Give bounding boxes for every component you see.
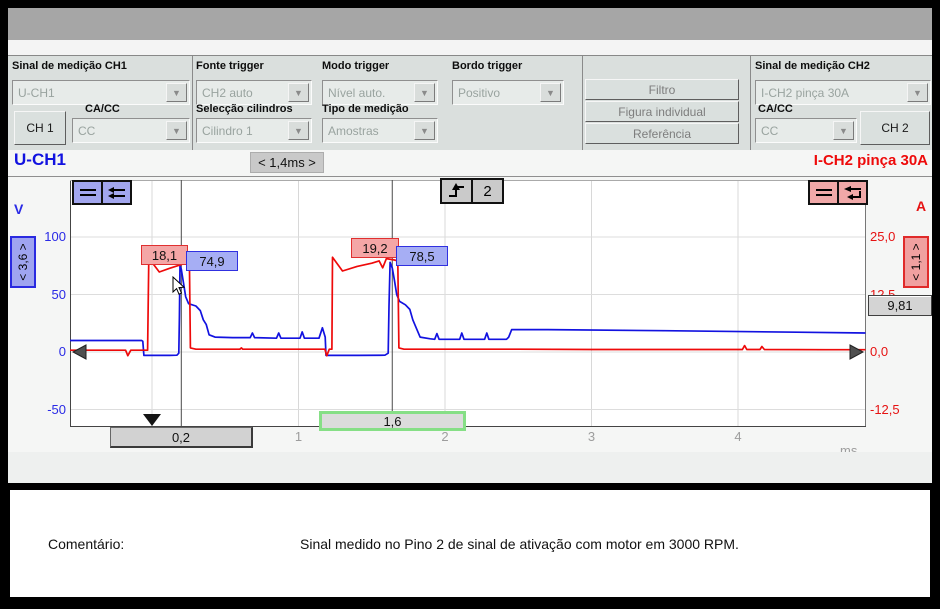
- trigger-source-label: Fonte trigger: [196, 60, 264, 72]
- ch1-signal-value: U-CH1: [18, 86, 55, 100]
- left-axis-tick-label: 50: [20, 287, 66, 302]
- single-frame-button[interactable]: Figura individual: [585, 101, 739, 122]
- cursor-time-box[interactable]: 0,2: [110, 427, 253, 448]
- ch1-button[interactable]: CH 1: [14, 111, 66, 145]
- x-axis-tick-label: 2: [433, 429, 457, 444]
- comment-text: Sinal medido no Pino 2 de sinal de ativa…: [300, 536, 739, 552]
- trigger-level-box[interactable]: 9,81: [868, 295, 932, 316]
- app-window: Sinal de medição CH1 U-CH1 ▼ CH 1 CA/CC …: [0, 0, 940, 609]
- left-axis-unit: V: [14, 201, 23, 217]
- lower-gray-band: [8, 452, 932, 483]
- ch2-title: I-CH2 pinça 30A: [814, 152, 928, 169]
- reference-button[interactable]: Referência: [585, 123, 739, 144]
- titlebar-strip: [8, 40, 932, 55]
- left-axis-tick-label: -50: [20, 402, 66, 417]
- trigger-mode-value: Nível auto.: [328, 86, 385, 100]
- toolbar-separator: [192, 56, 193, 150]
- trigger-position-marker[interactable]: [143, 414, 161, 426]
- right-axis-tick-label: 0,0: [870, 344, 926, 359]
- oscilloscope-plot[interactable]: [70, 180, 866, 427]
- measurement-label-ch1[interactable]: 78,5: [396, 246, 448, 266]
- chart-header-divider: [8, 176, 932, 177]
- ch1-title: U-CH1: [14, 150, 66, 170]
- right-axis-tick-label: -12,5: [870, 402, 926, 417]
- x-axis-tick-label: 3: [580, 429, 604, 444]
- ch2-coupling-label: CA/CC: [758, 103, 793, 115]
- cylinder-select-value: Cilindro 1: [202, 124, 253, 138]
- ch1-zero-marker[interactable]: [73, 345, 86, 359]
- measure-type-value: Amostras: [328, 124, 379, 138]
- left-axis-tick-label: 0: [20, 344, 66, 359]
- cylinder-select-label: Selecção cilindros: [196, 103, 293, 115]
- ch2-coupling-value: CC: [761, 124, 778, 138]
- chevron-down-icon[interactable]: ▼: [166, 83, 187, 102]
- panel-separator: [0, 483, 940, 490]
- right-axis-unit: A: [916, 198, 926, 214]
- chevron-down-icon[interactable]: ▼: [288, 83, 309, 102]
- chevron-down-icon[interactable]: ▼: [833, 121, 854, 140]
- trigger-mode-select[interactable]: Nível auto. ▼: [322, 80, 438, 105]
- timebase-badge[interactable]: < 1,4ms >: [250, 152, 324, 173]
- equal-lines-icon[interactable]: [74, 182, 101, 203]
- comment-label: Comentário:: [48, 536, 124, 552]
- equal-lines-icon[interactable]: [810, 182, 837, 203]
- ch2-signal-value: I-CH2 pinça 30A: [761, 86, 849, 100]
- chevron-down-icon[interactable]: ▼: [414, 83, 435, 102]
- cylinder-select[interactable]: Cilindro 1 ▼: [196, 118, 312, 143]
- trigger-edge-value: Positivo: [458, 86, 500, 100]
- ch2-scale-badge[interactable]: < 1,1 >: [903, 236, 929, 288]
- trigger-source-select[interactable]: CH2 auto ▼: [196, 80, 312, 105]
- chevron-down-icon[interactable]: ▼: [166, 121, 187, 140]
- toolbar-separator: [582, 56, 583, 150]
- ch1-coupling-label: CA/CC: [85, 103, 120, 115]
- trigger-indicator[interactable]: 2: [440, 178, 504, 204]
- trigger-source-value: CH2 auto: [202, 86, 253, 100]
- trace-ch2: [70, 257, 866, 356]
- measurement-label-ch2[interactable]: 19,2: [351, 238, 399, 258]
- trigger-edge-icon: [442, 180, 471, 202]
- mouse-cursor: [172, 276, 186, 296]
- ch2-zero-marker[interactable]: [850, 345, 863, 359]
- arrows-left-icon[interactable]: [101, 182, 130, 203]
- chevron-down-icon[interactable]: ▼: [907, 83, 928, 102]
- ch2-scale-icons[interactable]: [808, 180, 868, 205]
- trigger-channel-number: 2: [471, 180, 502, 202]
- measure-type-select[interactable]: Amostras ▼: [322, 118, 438, 143]
- ch1-signal-label: Sinal de medição CH1: [12, 60, 127, 72]
- chevron-down-icon[interactable]: ▼: [540, 83, 561, 102]
- trigger-mode-label: Modo trigger: [322, 60, 389, 72]
- x-axis-tick-label: 4: [726, 429, 750, 444]
- chevron-down-icon[interactable]: ▼: [414, 121, 435, 140]
- measurement-label-ch1[interactable]: 74,9: [186, 251, 238, 271]
- ch1-coupling-select[interactable]: CC ▼: [72, 118, 190, 143]
- x-axis-tick-label: 1: [287, 429, 311, 444]
- ch2-signal-label: Sinal de medição CH2: [755, 60, 870, 72]
- cursor-time-box[interactable]: 1,6: [319, 411, 466, 431]
- ch1-scale-icons[interactable]: [72, 180, 132, 205]
- measurement-label-ch2[interactable]: 18,1: [141, 245, 188, 265]
- ch1-coupling-value: CC: [78, 124, 95, 138]
- trigger-edge-select[interactable]: Positivo ▼: [452, 80, 564, 105]
- titlebar: [8, 8, 932, 40]
- toolbar-separator: [750, 56, 751, 150]
- ch1-signal-select[interactable]: U-CH1 ▼: [12, 80, 190, 105]
- arrows-swap-icon[interactable]: [837, 182, 866, 203]
- ch2-coupling-select[interactable]: CC ▼: [755, 118, 857, 143]
- filter-button[interactable]: Filtro: [585, 79, 739, 100]
- ch2-signal-select[interactable]: I-CH2 pinça 30A ▼: [755, 80, 931, 105]
- trigger-edge-label: Bordo trigger: [452, 60, 522, 72]
- ch1-scale-badge[interactable]: < 3,6 >: [10, 236, 36, 288]
- chevron-down-icon[interactable]: ▼: [288, 121, 309, 140]
- ch2-button[interactable]: CH 2: [860, 111, 930, 145]
- measure-type-label: Tipo de medição: [322, 103, 409, 115]
